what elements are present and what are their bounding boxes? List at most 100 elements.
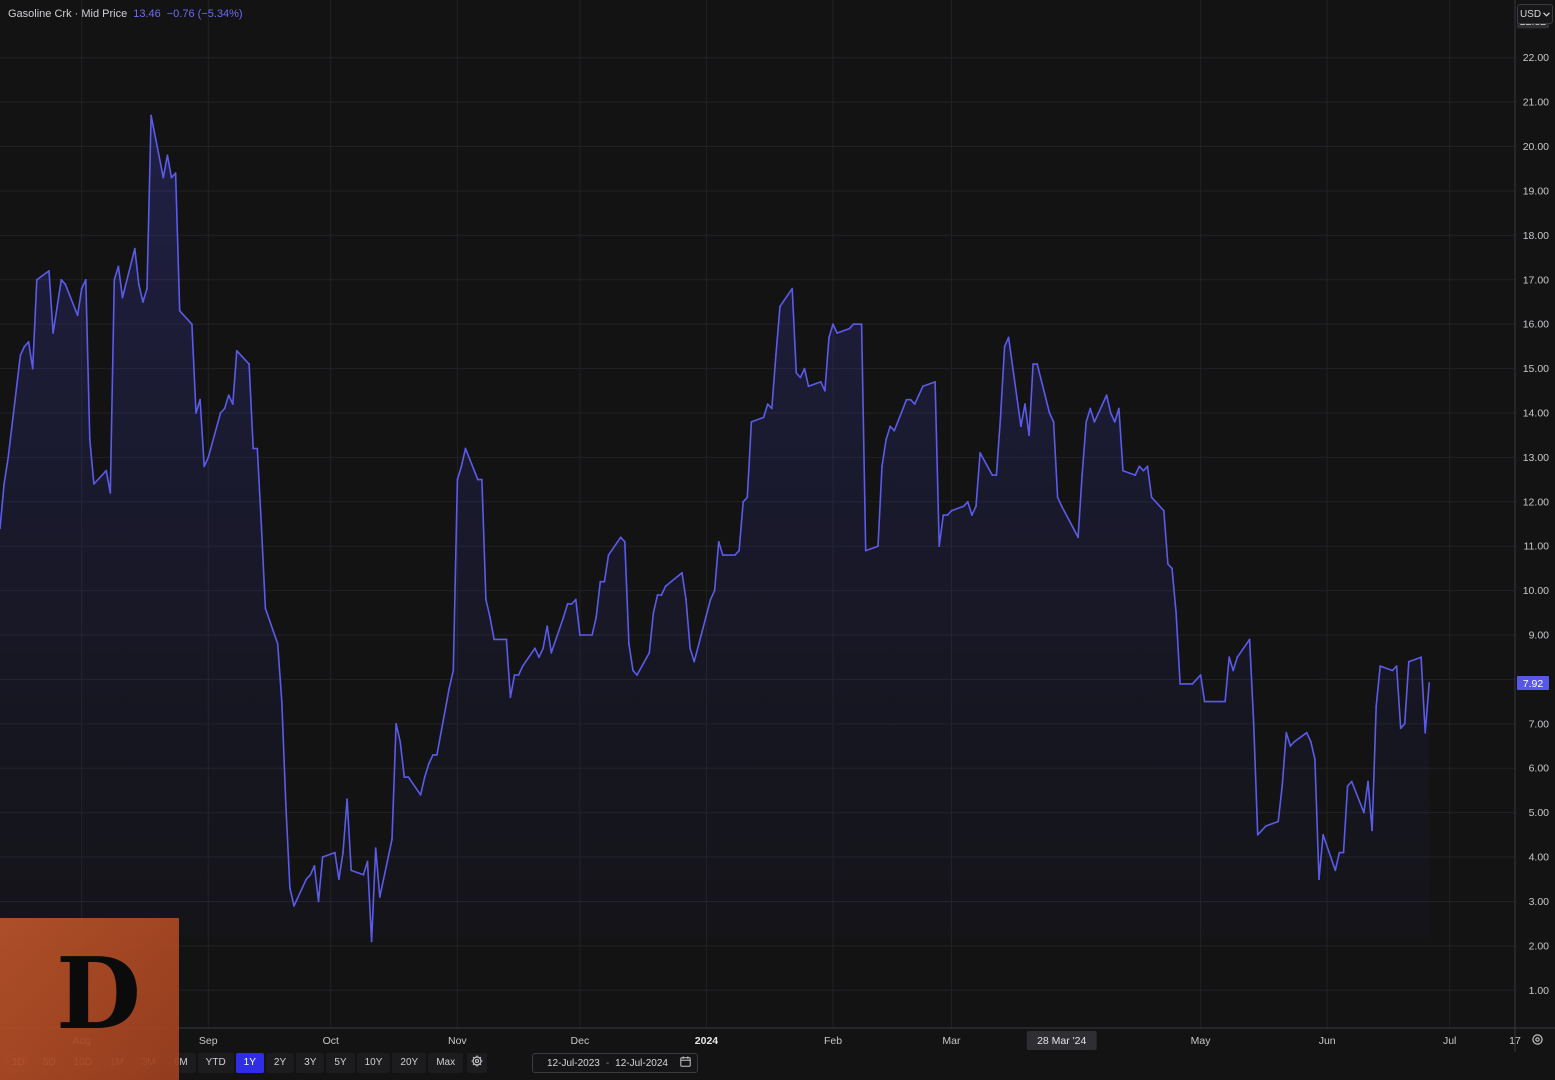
data-point (199, 398, 202, 401)
data-point (521, 665, 524, 667)
data-point (950, 509, 953, 512)
data-point (117, 265, 120, 268)
data-point (436, 754, 438, 756)
date-to: 12-Jul-2024 (615, 1057, 668, 1069)
data-point (19, 354, 22, 357)
x-tick-label: Dec (571, 1035, 590, 1047)
series-area (0, 115, 1430, 942)
currency-select[interactable]: USD (1517, 4, 1553, 24)
data-point (1093, 421, 1096, 423)
data-point (137, 283, 140, 286)
data-point (1256, 833, 1259, 836)
y-tick-label: 14.00 (1523, 407, 1549, 419)
data-point (48, 270, 50, 272)
range-button-2y[interactable]: 2Y (265, 1053, 295, 1073)
data-point (664, 585, 667, 588)
data-point (374, 847, 377, 850)
data-point (1003, 345, 1006, 348)
data-point (942, 514, 945, 516)
data-point (1363, 811, 1365, 814)
range-button-3y[interactable]: 3Y (296, 1053, 325, 1073)
data-point (1142, 469, 1145, 472)
range-button-max[interactable]: Max (428, 1053, 464, 1073)
data-point (350, 869, 353, 872)
data-point (293, 905, 295, 907)
price-label: 7.92 (1523, 678, 1544, 690)
data-point (1338, 851, 1341, 854)
data-point (1252, 722, 1255, 725)
y-tick-label: 2.00 (1529, 940, 1550, 952)
data-point (1395, 665, 1398, 667)
data-point (231, 403, 234, 405)
x-tick-label: Jun (1319, 1035, 1336, 1047)
data-point (1048, 412, 1051, 414)
data-point (1391, 669, 1394, 672)
range-button-20y[interactable]: 20Y (392, 1053, 427, 1073)
data-point (207, 456, 210, 459)
y-tick-label: 3.00 (1529, 896, 1550, 908)
data-point (991, 474, 994, 476)
data-point (570, 603, 573, 605)
y-tick-label: 9.00 (1529, 630, 1550, 642)
data-point (346, 798, 348, 801)
y-tick-label: 6.00 (1529, 763, 1550, 775)
data-point (280, 700, 283, 703)
data-point (1195, 678, 1198, 681)
data-point (1265, 825, 1267, 827)
data-point (717, 540, 720, 543)
data-point (966, 500, 969, 503)
data-point (338, 878, 340, 881)
x-tick-label: Sep (199, 1035, 218, 1047)
data-point (1150, 496, 1153, 499)
data-point (427, 762, 430, 765)
data-point (746, 496, 749, 499)
y-tick-label: 11.00 (1524, 541, 1550, 553)
data-point (362, 873, 365, 876)
data-point (999, 416, 1002, 419)
data-point (52, 332, 54, 334)
range-button-10y[interactable]: 10Y (356, 1053, 391, 1073)
data-point (636, 674, 638, 676)
data-point (828, 336, 830, 339)
data-point (734, 554, 736, 556)
data-point (1175, 611, 1177, 614)
x-tick-label: Nov (448, 1035, 467, 1047)
data-point (133, 247, 136, 250)
x-tick-label: Oct (323, 1035, 339, 1047)
data-point (342, 851, 344, 854)
data-point (591, 634, 593, 636)
data-point (864, 549, 867, 552)
range-button-ytd[interactable]: YTD (197, 1053, 234, 1073)
data-point (23, 345, 26, 348)
chart-settings-button[interactable] (1527, 1032, 1547, 1052)
range-settings-button[interactable] (467, 1053, 488, 1073)
calendar-icon (680, 1056, 691, 1070)
y-tick-label: 13.00 (1523, 452, 1549, 464)
data-point (1314, 758, 1316, 761)
data-point (538, 656, 540, 659)
data-point (105, 469, 108, 472)
price-chart[interactable]: 1.002.003.004.005.006.007.008.009.0010.0… (0, 0, 1555, 1080)
data-point (1289, 745, 1292, 747)
data-point (203, 465, 206, 468)
y-tick-label: 1.00 (1529, 985, 1550, 997)
data-point (1113, 421, 1116, 423)
range-button-1y[interactable]: 1Y (235, 1053, 264, 1073)
date-range-picker[interactable]: 12-Jul-2023-12-Jul-2024 (532, 1053, 698, 1073)
data-point (178, 309, 181, 312)
x-tick-label: Mar (942, 1035, 961, 1047)
legend-title: Gasoline Crk · Mid Price (8, 8, 128, 20)
data-point (791, 287, 794, 290)
data-point (807, 385, 810, 388)
data-point (395, 722, 397, 725)
settings-icon (1531, 1033, 1544, 1051)
data-point (1007, 336, 1010, 339)
data-point (113, 278, 116, 281)
data-point (227, 394, 230, 397)
data-point (195, 412, 197, 414)
data-point (505, 638, 508, 641)
data-point (452, 669, 455, 672)
range-button-5y[interactable]: 5Y (326, 1053, 355, 1073)
data-point (962, 505, 965, 508)
data-point (1109, 412, 1112, 414)
